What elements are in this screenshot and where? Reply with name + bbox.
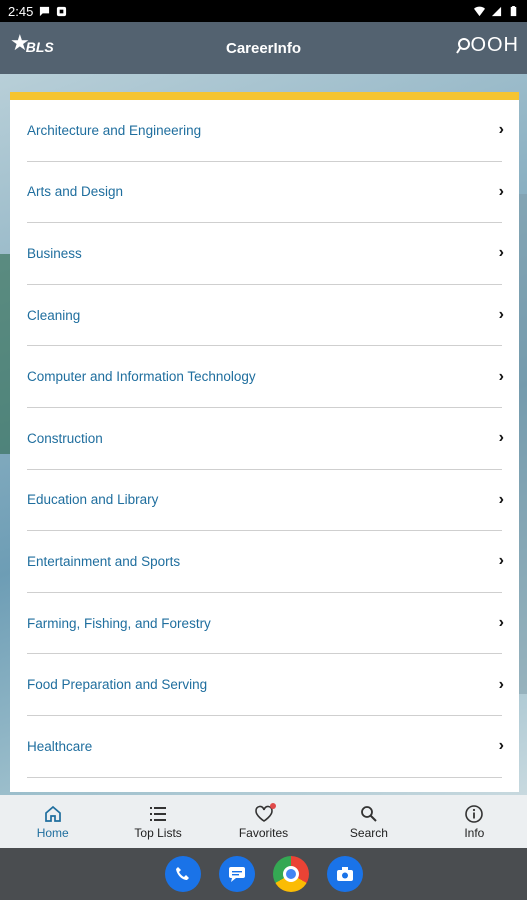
- chevron-right-icon: ›: [498, 552, 504, 570]
- category-label: Education and Library: [27, 492, 159, 508]
- chevron-right-icon: ›: [498, 244, 504, 262]
- category-label: Architecture and Engineering: [27, 122, 202, 138]
- chevron-right-icon: ›: [498, 614, 504, 632]
- chevron-right-icon: ›: [498, 429, 504, 447]
- status-time: 2:45: [8, 3, 34, 19]
- list-icon: [150, 806, 167, 821]
- page-title: CareerInfo: [225, 39, 302, 57]
- chevron-right-icon: ›: [498, 737, 504, 755]
- search-icon: [361, 805, 377, 822]
- home-icon: [44, 805, 61, 822]
- category-label: Food Preparation and Serving: [27, 677, 208, 693]
- category-item[interactable]: Computer and Information Technology ›: [27, 346, 504, 408]
- category-label: Construction: [27, 430, 103, 446]
- chrome-app-icon[interactable]: [272, 856, 309, 892]
- category-item[interactable]: Business ›: [27, 223, 504, 285]
- magnifier-logo-icon: [456, 37, 471, 54]
- category-list: Architecture and Engineering › Arts and De…: [10, 100, 519, 778]
- status-bar: 2:45: [0, 0, 527, 22]
- category-item[interactable]: Arts and Design ›: [27, 162, 504, 224]
- chevron-right-icon: ›: [498, 121, 504, 139]
- camera-app-icon[interactable]: [326, 856, 363, 892]
- heart-icon: [254, 802, 276, 824]
- wifi-icon: [474, 6, 485, 16]
- chevron-right-icon: ›: [498, 490, 504, 508]
- bls-logo[interactable]: ★ BLS: [10, 30, 54, 62]
- phone-app-icon[interactable]: [164, 856, 201, 892]
- category-item[interactable]: Architecture and Engineering ›: [27, 100, 504, 162]
- chevron-right-icon: ›: [498, 675, 504, 693]
- info-icon: [465, 804, 484, 823]
- nav-home[interactable]: Home: [0, 795, 105, 848]
- app-notification-icon: [57, 6, 67, 16]
- app-dock: [0, 848, 527, 900]
- category-label: Computer and Information Technology: [27, 369, 256, 385]
- nav-favorites[interactable]: Favorites: [211, 795, 316, 848]
- category-item[interactable]: Cleaning ›: [27, 285, 504, 347]
- category-label: Arts and Design: [27, 184, 124, 200]
- messages-app-icon[interactable]: [218, 856, 255, 892]
- card-accent-bar: [10, 92, 519, 100]
- nav-info[interactable]: Info: [422, 795, 527, 848]
- nav-top-lists[interactable]: Top Lists: [105, 795, 210, 848]
- category-item[interactable]: Entertainment and Sports ›: [27, 531, 504, 593]
- chevron-right-icon: ›: [498, 182, 504, 200]
- category-label: Entertainment and Sports: [27, 553, 181, 569]
- bottom-navigation: Home Top Lists Favorites Search Info: [0, 795, 527, 848]
- chevron-right-icon: ›: [498, 306, 504, 324]
- category-item[interactable]: Education and Library ›: [27, 470, 504, 532]
- star-icon: ★: [10, 30, 30, 55]
- category-label: Healthcare: [27, 738, 93, 754]
- chat-notification-icon: [40, 6, 50, 16]
- category-label: Farming, Fishing, and Forestry: [27, 615, 211, 631]
- notification-dot: [269, 802, 276, 809]
- app-bar: ★ BLS CareerInfo OOH: [0, 22, 527, 74]
- category-item[interactable]: Construction ›: [27, 408, 504, 470]
- category-item[interactable]: Healthcare ›: [27, 716, 504, 778]
- ooh-logo[interactable]: OOH: [456, 34, 519, 57]
- category-item[interactable]: Farming, Fishing, and Forestry ›: [27, 593, 504, 655]
- chevron-right-icon: ›: [498, 367, 504, 385]
- category-list-card: Architecture and Engineering › Arts and De…: [10, 92, 519, 792]
- category-item[interactable]: Food Preparation and Serving ›: [27, 654, 504, 716]
- signal-icon: [491, 6, 502, 16]
- battery-icon: [510, 5, 517, 16]
- nav-search[interactable]: Search: [316, 795, 421, 848]
- category-label: Cleaning: [27, 307, 81, 323]
- category-label: Business: [27, 245, 82, 261]
